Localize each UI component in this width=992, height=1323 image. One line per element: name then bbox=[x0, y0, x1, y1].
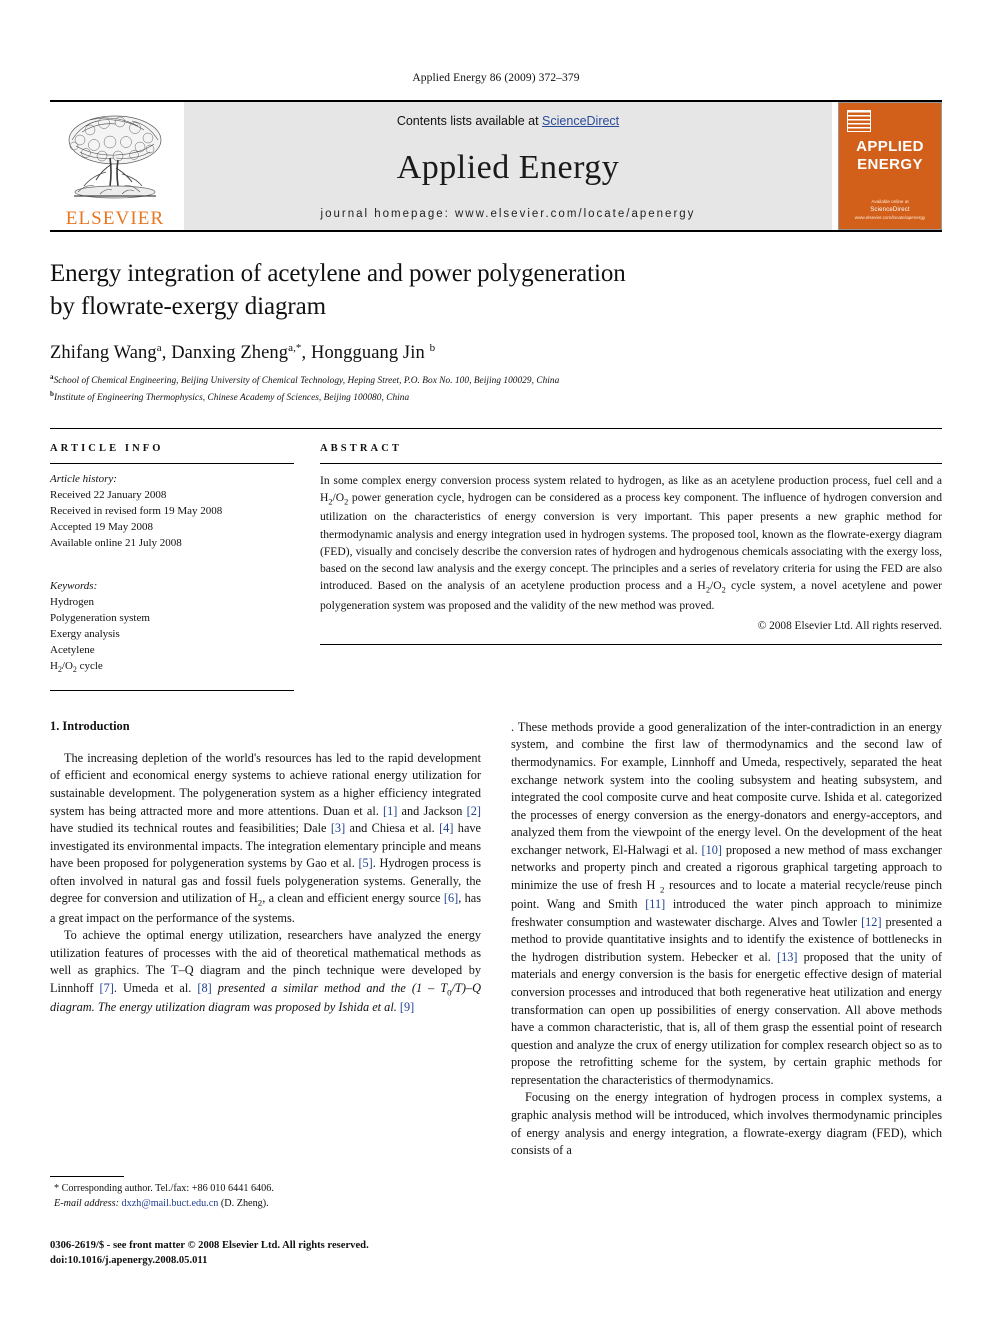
affiliation-a: aSchool of Chemical Engineering, Beijing… bbox=[50, 373, 560, 387]
author-1: Zhifang Wang bbox=[50, 343, 157, 364]
citation-ref-11[interactable]: [11] bbox=[645, 897, 665, 911]
citation-ref-6[interactable]: [6] bbox=[444, 891, 458, 905]
history-accepted: Accepted 19 May 2008 bbox=[50, 520, 153, 533]
citation-ref-2[interactable]: [2] bbox=[467, 804, 481, 818]
abstract-column: ABSTRACT In some complex energy conversi… bbox=[320, 429, 942, 691]
keyword-item: Polygeneration system bbox=[50, 611, 150, 624]
contents-available-line: Contents lists available at ScienceDirec… bbox=[397, 114, 619, 128]
article-info-heading: ARTICLE INFO bbox=[50, 442, 164, 454]
citation-ref-13[interactable]: [13] bbox=[777, 950, 798, 964]
intro-paragraph-2-continued: . These methods provide a good generaliz… bbox=[511, 719, 943, 1087]
elsevier-logo: ELSEVIER bbox=[50, 102, 180, 230]
cover-footer-sciencedirect: ScienceDirect bbox=[870, 207, 910, 214]
body-column-left: 1. Introduction The increasing depletion… bbox=[50, 719, 481, 1160]
email-note: E-mail address: dxzh@mail.buct.edu.cn (D… bbox=[50, 1197, 460, 1212]
elsevier-tree-icon bbox=[60, 112, 170, 208]
citation-ref-9[interactable]: [9] bbox=[400, 1000, 414, 1014]
intro-p1-b: and Jackson bbox=[397, 803, 467, 818]
intro-p1-g: , a clean and efficient energy source bbox=[262, 891, 444, 906]
cover-title-line-1: APPLIED bbox=[856, 138, 924, 155]
affiliation-b: bInstitute of Engineering Thermophysics,… bbox=[50, 390, 410, 404]
title-block: Energy integration of acetylene and powe… bbox=[50, 258, 942, 406]
citation-ref-12[interactable]: [12] bbox=[861, 915, 882, 929]
keywords-list: Keywords: Hydrogen Polygeneration system… bbox=[50, 571, 294, 676]
history-received: Received 22 January 2008 bbox=[50, 488, 167, 501]
history-online: Available online 21 July 2008 bbox=[50, 536, 182, 549]
intro-paragraph-2: To achieve the optimal energy utilizatio… bbox=[50, 928, 481, 1014]
affiliation-a-text: School of Chemical Engineering, Beijing … bbox=[53, 376, 560, 387]
page-title: Energy integration of acetylene and powe… bbox=[50, 258, 942, 323]
cover-title-line-2: ENERGY bbox=[857, 156, 923, 174]
journal-title: Applied Energy bbox=[396, 149, 620, 186]
elsevier-wordmark: ELSEVIER bbox=[65, 208, 165, 229]
abstract-bottom-rule bbox=[320, 643, 942, 645]
intro-paragraph-1: The increasing depletion of the world's … bbox=[50, 750, 482, 925]
cover-elsevier-mark-icon bbox=[847, 110, 871, 132]
body-columns: 1. Introduction The increasing depletion… bbox=[50, 719, 942, 1160]
author-3: Hongguang Jin bbox=[310, 343, 425, 364]
paper-page: Applied Energy 86 (2009) 372–379 ELSEVIE… bbox=[0, 0, 992, 1323]
citation-ref-4[interactable]: [4] bbox=[439, 821, 453, 835]
intro-paragraph-3: Focusing on the energy integration of hy… bbox=[511, 1090, 942, 1158]
cover-footer: Available online at ScienceDirect www.el… bbox=[839, 199, 941, 222]
section-heading-introduction: 1. Introduction bbox=[50, 718, 130, 733]
citation-ref-7[interactable]: [7] bbox=[100, 981, 114, 995]
cover-footer-url: www.elsevier.com/locate/apenergy bbox=[854, 215, 926, 221]
running-head: Applied Energy 86 (2009) 372–379 bbox=[412, 72, 580, 84]
intro-p1-c: have studied its technical routes and fe… bbox=[50, 821, 331, 836]
title-line-1: Energy integration of acetylene and powe… bbox=[50, 260, 626, 287]
contents-prefix: Contents lists available at bbox=[396, 114, 543, 128]
footnote-block: * Corresponding author. Tel./fax: +86 01… bbox=[50, 1176, 460, 1212]
keyword-item: Acetylene bbox=[50, 644, 95, 657]
cover-footer-available: Available online at bbox=[871, 199, 909, 205]
title-line-2: by flowrate-exergy diagram bbox=[50, 292, 326, 320]
citation-ref-1[interactable]: [1] bbox=[383, 804, 397, 818]
intro-p2-i: proposed that the unity of materials and… bbox=[511, 949, 942, 1087]
keyword-item: Hydrogen bbox=[50, 595, 94, 608]
article-info-bottom-rule bbox=[50, 689, 294, 691]
email-suffix: (D. Zheng). bbox=[218, 1197, 269, 1209]
abstract-copyright: © 2008 Elsevier Ltd. All rights reserved… bbox=[757, 619, 942, 632]
history-revised: Received in revised form 19 May 2008 bbox=[50, 504, 223, 517]
keyword-item-h2o2: H2/O2 cycle bbox=[50, 660, 103, 675]
imprint-block: 0306-2619/$ - see front matter © 2008 El… bbox=[50, 1238, 570, 1268]
citation-ref-10[interactable]: [10] bbox=[702, 843, 723, 857]
body-column-right: . These methods provide a good generaliz… bbox=[511, 719, 942, 1160]
corresponding-author-note: * Corresponding author. Tel./fax: +86 01… bbox=[54, 1183, 274, 1194]
imprint-doi-line: doi:10.1016/j.apenergy.2008.05.011 bbox=[50, 1255, 208, 1267]
masthead-center-panel: Contents lists available at ScienceDirec… bbox=[184, 102, 832, 230]
journal-cover-thumbnail: APPLIED ENERGY Available online at Scien… bbox=[838, 102, 942, 230]
citation-ref-5[interactable]: [5] bbox=[358, 856, 372, 870]
article-history-label: Article history: bbox=[50, 472, 117, 485]
abstract-text: In some complex energy conversion proces… bbox=[320, 473, 943, 612]
sciencedirect-link[interactable]: ScienceDirect bbox=[542, 114, 619, 128]
abstract-part-2: power generation cycle, hydrogen can be … bbox=[320, 490, 942, 593]
keyword-cycle-word: cycle bbox=[79, 660, 103, 673]
info-abstract-band: ARTICLE INFO Article history: Received 2… bbox=[50, 427, 942, 691]
author-list: Zhifang Wanga, Danxing Zhenga,*, Honggua… bbox=[50, 342, 436, 364]
journal-homepage-url[interactable]: journal homepage: www.elsevier.com/locat… bbox=[321, 208, 696, 220]
footnote-rule bbox=[50, 1176, 124, 1177]
keywords-label: Keywords: bbox=[50, 579, 98, 592]
intro-p1-d: and Chiesa et al. bbox=[345, 821, 440, 836]
affiliation-b-text: Institute of Engineering Thermophysics, … bbox=[53, 393, 410, 404]
imprint-issn-line: 0306-2619/$ - see front matter © 2008 El… bbox=[50, 1240, 369, 1251]
journal-masthead: ELSEVIER Contents lists available at Sci… bbox=[50, 100, 942, 230]
email-label: E-mail address: bbox=[54, 1197, 119, 1209]
article-info-column: ARTICLE INFO Article history: Received 2… bbox=[50, 429, 294, 691]
citation-ref-3[interactable]: [3] bbox=[331, 821, 345, 835]
intro-p2-c: presented a similar method and the (1 – … bbox=[211, 980, 448, 995]
citation-ref-8[interactable]: [8] bbox=[197, 981, 211, 995]
intro-p2-b: . Umeda et al. bbox=[113, 980, 198, 995]
article-history: Article history: Received 22 January 200… bbox=[50, 464, 294, 551]
email-link[interactable]: dxzh@mail.buct.edu.cn bbox=[122, 1198, 219, 1209]
masthead-bottom-rule bbox=[50, 230, 942, 232]
author-2: Danxing Zheng bbox=[171, 343, 289, 364]
intro-p2-d: . These methods provide a good generaliz… bbox=[511, 719, 942, 857]
abstract-heading: ABSTRACT bbox=[320, 442, 402, 454]
keyword-item: Exergy analysis bbox=[50, 627, 120, 640]
